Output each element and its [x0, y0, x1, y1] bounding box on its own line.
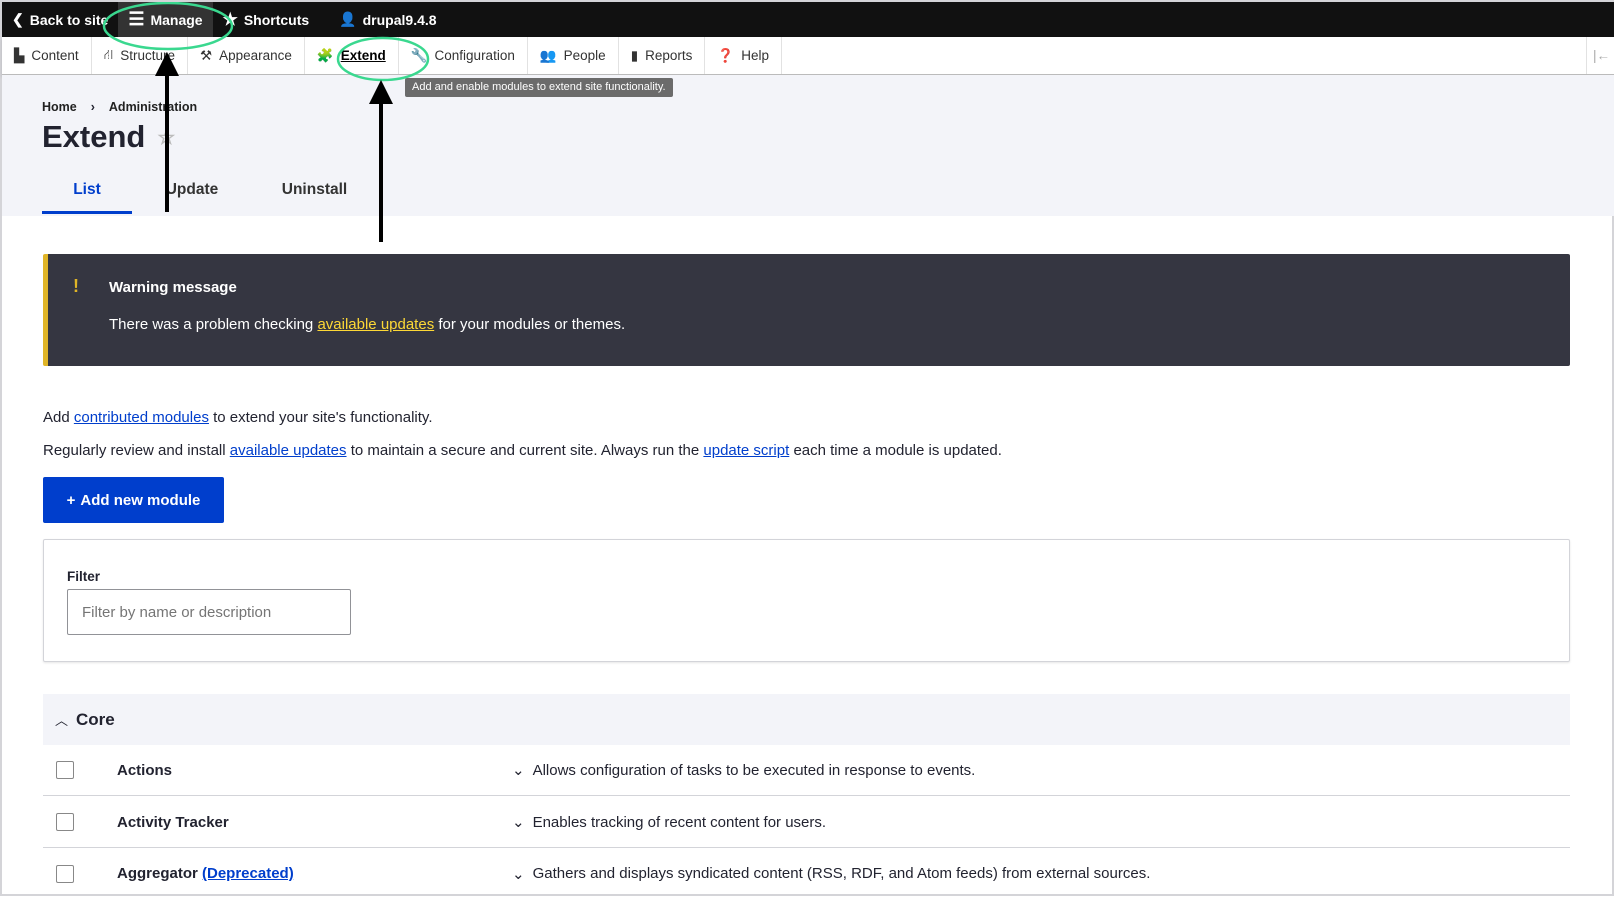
- user-icon: 👤: [339, 11, 357, 27]
- intro-line-1: Add contributed modules to extend your s…: [43, 409, 433, 426]
- available-updates-link-2[interactable]: available updates: [230, 442, 347, 459]
- deprecated-link[interactable]: (Deprecated): [202, 865, 294, 882]
- shortcuts-menu[interactable]: ★ Shortcuts: [213, 2, 320, 37]
- filter-panel: Filter: [43, 539, 1570, 662]
- user-menu[interactable]: 👤 drupal9.4.8: [329, 2, 446, 37]
- extend-tooltip: Add and enable modules to extend site fu…: [405, 78, 673, 97]
- chevron-down-icon: ⌄: [512, 762, 525, 779]
- shortcut-star-icon[interactable]: ☆: [157, 125, 175, 150]
- tray-appearance[interactable]: ⚒ Appearance: [188, 37, 305, 74]
- filter-label: Filter: [67, 569, 101, 584]
- back-arrow-icon: ❮: [12, 11, 24, 27]
- module-description-toggle[interactable]: ⌄ Enables tracking of recent content for …: [512, 813, 826, 832]
- plus-icon: +: [66, 491, 76, 509]
- core-group-header[interactable]: ︿ Core: [43, 694, 1570, 745]
- module-checkbox[interactable]: [56, 864, 74, 883]
- puzzle-icon: 🧩: [316, 47, 334, 63]
- tray-configuration[interactable]: 🔧 Configuration: [399, 37, 528, 74]
- tab-update[interactable]: Update: [132, 177, 252, 214]
- warning-icon: !: [73, 276, 79, 296]
- help-icon: ❓: [717, 47, 735, 63]
- brush-icon: ⚒: [199, 47, 213, 63]
- breadcrumb-administration[interactable]: Administration: [109, 100, 197, 114]
- module-row: Activity Tracker ⌄ Enables tracking of re…: [43, 797, 1570, 848]
- tray-content[interactable]: ▙ Content: [2, 37, 92, 74]
- available-updates-link[interactable]: available updates: [317, 316, 434, 333]
- warning-title: Warning message: [109, 279, 237, 296]
- contributed-modules-link[interactable]: contributed modules: [74, 409, 209, 426]
- tray-structure[interactable]: ⛙ Structure: [92, 37, 188, 74]
- wrench-icon: 🔧: [410, 47, 428, 63]
- intro-line-2: Regularly review and install available u…: [43, 442, 1002, 459]
- chevron-down-icon: ⌄: [512, 814, 525, 831]
- collapse-icon: |←: [1592, 48, 1610, 63]
- filter-input[interactable]: [67, 589, 351, 635]
- sitemap-icon: ⛙: [103, 46, 114, 62]
- hamburger-icon: ☰: [128, 9, 145, 29]
- module-row: Aggregator (Deprecated) ⌄ Gathers and dis…: [43, 848, 1570, 899]
- tray-people[interactable]: 👥 People: [528, 37, 619, 74]
- tab-uninstall[interactable]: Uninstall: [252, 177, 377, 214]
- module-row: Actions ⌄ Allows configuration of tasks t…: [43, 745, 1570, 796]
- module-checkbox[interactable]: [56, 813, 74, 831]
- breadcrumb-home[interactable]: Home: [42, 100, 77, 114]
- tabs: List Update Uninstall: [42, 177, 377, 214]
- add-new-module-button[interactable]: + Add new module: [43, 477, 224, 523]
- tray-help[interactable]: ❓ Help: [705, 37, 782, 74]
- star-icon: ★: [222, 9, 238, 29]
- chevron-down-icon: ⌄: [512, 865, 525, 883]
- warning-message: ! Warning message There was a problem ch…: [43, 254, 1570, 366]
- tray-orientation-toggle[interactable]: |←: [1586, 37, 1614, 74]
- breadcrumb: Home › Administration: [42, 100, 198, 114]
- module-checkbox[interactable]: [56, 761, 74, 779]
- module-description-toggle[interactable]: ⌄ Allows configuration of tasks to be exe…: [512, 761, 975, 780]
- module-description-toggle[interactable]: ⌄ Gathers and displays syndicated content…: [512, 865, 1150, 883]
- admin-toolbar: ❮ Back to site ☰ Manage ★ Shortcuts 👤 drupal…: [2, 2, 1614, 37]
- manage-menu[interactable]: ☰ Manage: [118, 2, 213, 37]
- tray-reports[interactable]: ▮ Reports: [619, 37, 706, 74]
- page-title: Extend ☆: [42, 119, 176, 154]
- chevron-up-icon: ︿: [55, 713, 69, 728]
- back-to-site-link[interactable]: ❮ Back to site: [2, 2, 118, 37]
- bar-chart-icon: ▮: [630, 47, 639, 63]
- tab-list[interactable]: List: [42, 177, 132, 214]
- manage-tray: ▙ Content ⛙ Structure ⚒ Appearance 🧩 Extend …: [2, 37, 1614, 75]
- page-header: Home › Administration Extend ☆ List Updat…: [2, 75, 1614, 216]
- tray-extend[interactable]: 🧩 Extend: [305, 37, 399, 74]
- file-icon: ▙: [14, 47, 25, 63]
- warning-text: There was a problem checking available u…: [109, 316, 626, 333]
- people-icon: 👥: [539, 47, 557, 63]
- update-script-link[interactable]: update script: [703, 442, 789, 459]
